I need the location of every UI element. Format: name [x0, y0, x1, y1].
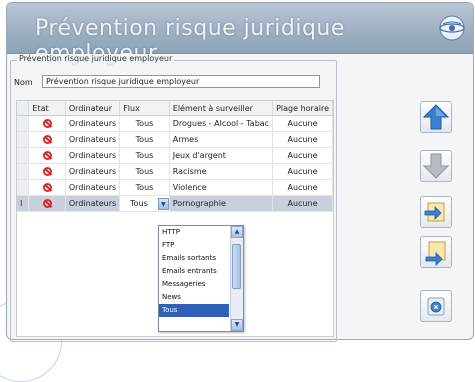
row-selector[interactable]	[17, 131, 30, 148]
ordinateur-cell[interactable]: Ordinateurs	[65, 195, 121, 212]
dropdown-scrollbar[interactable]: ▲ ▼	[230, 226, 243, 331]
dropdown-arrow-icon[interactable]: ▼	[157, 197, 169, 210]
flux-cell[interactable]: Tous	[119, 115, 170, 132]
element-cell[interactable]: Jeux d'argent	[169, 147, 274, 164]
flux-option-news[interactable]: News	[159, 291, 229, 304]
flux-cell[interactable]: Tous	[119, 179, 170, 196]
move-up-button[interactable]	[420, 101, 452, 133]
column-header-flux[interactable]: Flux	[119, 101, 170, 116]
flux-option-messageries[interactable]: Messageries	[159, 278, 229, 291]
move-down-button[interactable]	[420, 150, 452, 182]
table-row-current[interactable]: I Ordinateurs Tous ▼ Pornographie Aucune	[17, 195, 333, 212]
column-header-plage[interactable]: Plage horaire	[272, 101, 333, 116]
edit-rule-icon	[425, 241, 446, 266]
row-selector[interactable]	[17, 147, 30, 164]
scroll-thumb[interactable]	[232, 244, 241, 289]
rules-table: Etat Ordinateur Flux Elément à surveille…	[17, 101, 333, 212]
state-cell[interactable]	[28, 195, 66, 212]
column-header-ordinateur[interactable]: Ordinateur	[65, 101, 121, 116]
plage-cell[interactable]: Aucune	[272, 179, 333, 196]
ordinateur-cell[interactable]: Ordinateurs	[65, 147, 121, 164]
row-selector[interactable]	[17, 115, 30, 132]
scroll-up-icon[interactable]: ▲	[231, 226, 243, 238]
plage-cell[interactable]: Aucune	[272, 147, 333, 164]
state-cell[interactable]	[28, 115, 66, 132]
prohibited-icon	[42, 183, 52, 192]
row-selector[interactable]	[17, 179, 30, 196]
row-selector-header	[17, 101, 30, 116]
state-cell[interactable]	[28, 147, 66, 164]
element-cell[interactable]: Racisme	[169, 163, 274, 180]
flux-option-emails-entrants[interactable]: Emails entrants	[159, 265, 229, 278]
state-cell[interactable]	[28, 179, 66, 196]
group-legend: Prévention risque juridique employeur	[17, 54, 175, 63]
table-row[interactable]: Ordinateurs Tous Drogues - Alcool - Taba…	[17, 115, 333, 132]
row-selector[interactable]: I	[17, 195, 30, 212]
row-selector[interactable]	[17, 163, 30, 180]
delete-rule-button[interactable]	[420, 290, 452, 322]
scroll-down-icon[interactable]: ▼	[231, 319, 243, 331]
table-row[interactable]: Ordinateurs Tous Racisme Aucune	[17, 163, 333, 180]
element-cell[interactable]: Violence	[169, 179, 274, 196]
element-cell[interactable]: Armes	[169, 131, 274, 148]
flux-option-http[interactable]: HTTP	[159, 226, 229, 239]
plage-cell[interactable]: Aucune	[272, 163, 333, 180]
ordinateur-cell[interactable]: Ordinateurs	[65, 131, 121, 148]
element-cell[interactable]: Pornographie	[169, 195, 274, 212]
ordinateur-cell[interactable]: Ordinateurs	[65, 115, 121, 132]
flux-dropdown-list: HTTP FTP Emails sortants Emails entrants…	[158, 225, 244, 332]
edit-rule-button[interactable]	[420, 236, 452, 268]
prohibited-icon	[42, 135, 52, 144]
plage-cell[interactable]: Aucune	[272, 195, 333, 212]
flux-cell[interactable]: Tous	[119, 131, 170, 148]
add-rule-button[interactable]	[420, 196, 452, 228]
plage-cell[interactable]: Aucune	[272, 131, 333, 148]
element-cell[interactable]: Drogues - Alcool - Tabac	[169, 115, 274, 132]
flux-cell[interactable]: Tous	[119, 163, 170, 180]
name-label: Nom	[14, 78, 33, 87]
column-header-etat[interactable]: Etat	[28, 101, 66, 116]
flux-options: HTTP FTP Emails sortants Emails entrants…	[159, 226, 229, 331]
flux-option-tous[interactable]: Tous	[159, 304, 229, 317]
prohibited-icon	[42, 119, 52, 128]
add-rule-icon	[424, 202, 445, 222]
plage-cell[interactable]: Aucune	[272, 115, 333, 132]
flux-combo-value: Tous	[130, 199, 148, 208]
flux-combo-cell[interactable]: Tous ▼	[119, 195, 170, 212]
column-header-element[interactable]: Elément à surveiller	[169, 101, 274, 116]
arrow-up-icon	[422, 104, 450, 130]
table-row[interactable]: Ordinateurs Tous Violence Aucune	[17, 179, 333, 196]
table-header-row: Etat Ordinateur Flux Elément à surveille…	[17, 101, 333, 116]
globe-icon	[439, 15, 465, 41]
ordinateur-cell[interactable]: Ordinateurs	[65, 163, 121, 180]
prohibited-icon	[42, 151, 52, 160]
table-row[interactable]: Ordinateurs Tous Armes Aucune	[17, 131, 333, 148]
table-row[interactable]: Ordinateurs Tous Jeux d'argent Aucune	[17, 147, 333, 164]
name-input[interactable]	[42, 75, 320, 88]
title-bar: Prévention risque juridique employeur	[7, 3, 473, 66]
ordinateur-cell[interactable]: Ordinateurs	[65, 179, 121, 196]
flux-option-emails-sortants[interactable]: Emails sortants	[159, 252, 229, 265]
flux-cell[interactable]: Tous	[119, 147, 170, 164]
flux-combobox[interactable]: Tous ▼	[120, 197, 169, 211]
delete-rule-icon	[427, 297, 445, 316]
flux-option-ftp[interactable]: FTP	[159, 239, 229, 252]
prohibited-icon	[42, 199, 52, 208]
state-cell[interactable]	[28, 131, 66, 148]
prohibited-icon	[42, 167, 52, 176]
arrow-down-icon	[422, 153, 450, 179]
state-cell[interactable]	[28, 163, 66, 180]
